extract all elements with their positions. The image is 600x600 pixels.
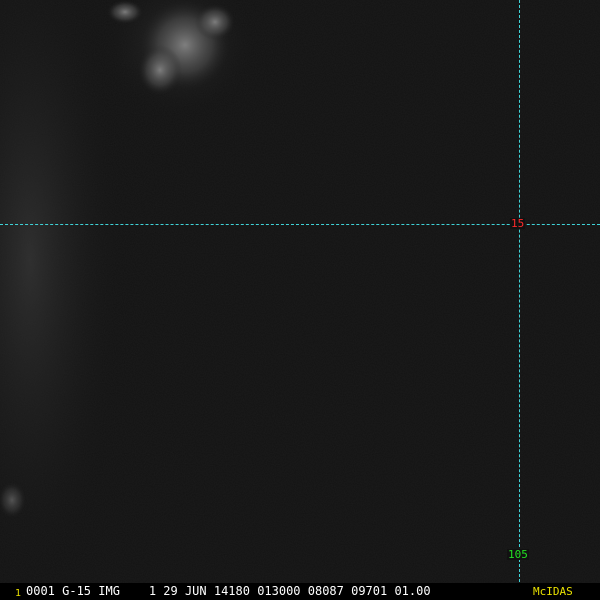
longitude-label: 105 [507,548,529,561]
brand-label: McIDAS [533,585,573,598]
image-header-text: 0001 G-15 IMG 1 29 JUN 14180 013000 0808… [26,584,431,598]
satellite-image [0,0,600,583]
frame-number: 1 [15,588,22,599]
info-bar: 1 0001 G-15 IMG 1 29 JUN 14180 013000 08… [0,583,600,600]
latitude-label: 15 [510,217,526,230]
satellite-frame: 15 105 1 0001 G-15 IMG 1 29 JUN 14180 01… [0,0,600,600]
longitude-gridline [519,0,520,582]
